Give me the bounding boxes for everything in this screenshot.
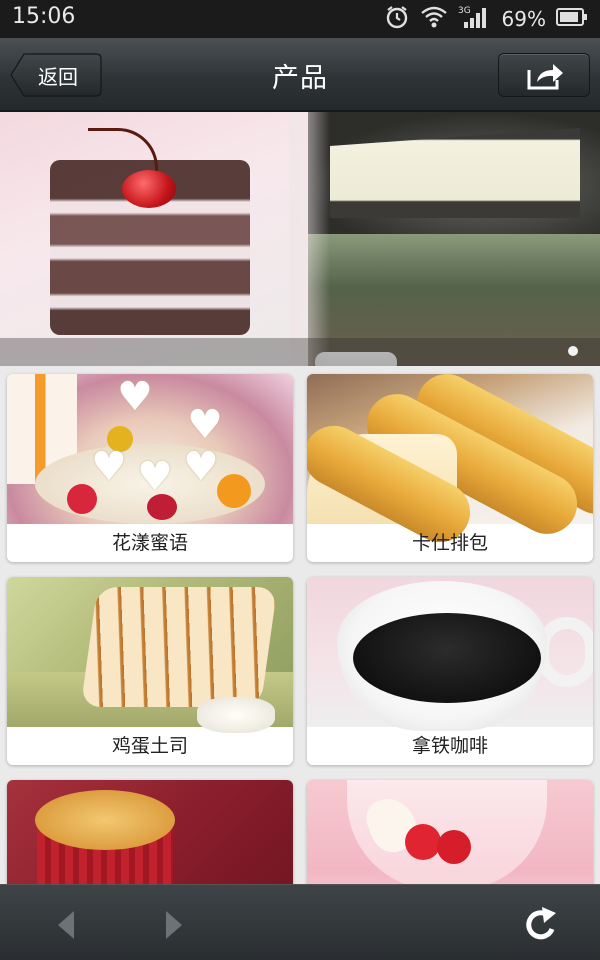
product-image [7, 577, 293, 733]
status-time: 15:06 [12, 4, 76, 29]
refresh-icon [526, 907, 556, 940]
chocolate-heart: ♥ [117, 374, 153, 420]
product-name: 拿铁咖啡 [411, 735, 488, 757]
back-arrow-icon [58, 911, 74, 939]
product-card[interactable] [7, 780, 293, 884]
status-bar: 15:06 3G 69% [0, 0, 600, 38]
chocolate-heart: ♥ [137, 454, 173, 500]
product-image: ♥ ♥ ♥ ♥ ♥ [7, 374, 293, 524]
coffee-surface [353, 613, 541, 703]
product-card[interactable]: 拿铁咖啡 [307, 577, 593, 765]
bottom-toolbar [0, 884, 600, 960]
forward-arrow-button[interactable] [152, 905, 192, 945]
alarm-icon [384, 4, 410, 34]
strawberry [405, 824, 441, 860]
banner-cherry [122, 170, 176, 208]
product-card[interactable] [307, 780, 593, 884]
share-icon [527, 64, 563, 90]
battery-percent: 69% [501, 7, 546, 31]
product-image [307, 780, 593, 884]
product-image [307, 577, 593, 731]
refresh-button[interactable] [522, 905, 562, 945]
product-card[interactable]: 鸡蛋土司 [7, 577, 293, 765]
battery-icon [556, 7, 588, 31]
strawberry [437, 830, 471, 864]
product-grid: ♥ ♥ ♥ ♥ ♥ 花漾蜜语 卡仕排包 鸡蛋土司 拿铁咖啡 [0, 366, 600, 884]
fruit [217, 474, 251, 508]
banner-indicator-bar [0, 338, 600, 366]
title-bar: 返回 产品 [0, 38, 600, 112]
tart-top [35, 790, 175, 850]
network-type-label: 3G [458, 6, 471, 16]
chocolate-heart: ♥ [91, 444, 127, 490]
share-button[interactable] [498, 53, 590, 97]
product-name: 卡仕排包 [411, 532, 488, 554]
back-arrow-button[interactable] [48, 905, 88, 945]
toast-loaf [80, 587, 278, 707]
product-name: 花漾蜜语 [111, 532, 188, 554]
wifi-icon [420, 5, 448, 33]
product-image [307, 374, 593, 553]
product-image [7, 780, 293, 884]
banner-page-dot[interactable] [568, 346, 578, 356]
product-card[interactable]: ♥ ♥ ♥ ♥ ♥ 花漾蜜语 [7, 374, 293, 562]
status-icons: 3G 69% [384, 5, 588, 33]
forward-arrow-icon [166, 911, 182, 939]
banner-carousel[interactable] [0, 112, 600, 366]
product-name: 鸡蛋土司 [111, 735, 188, 757]
signal-icon: 3G [458, 4, 492, 34]
chocolate-heart: ♥ [183, 444, 219, 490]
chocolate-heart: ♥ [187, 402, 223, 448]
product-card[interactable]: 卡仕排包 [307, 374, 593, 562]
banner-fade [290, 112, 330, 366]
